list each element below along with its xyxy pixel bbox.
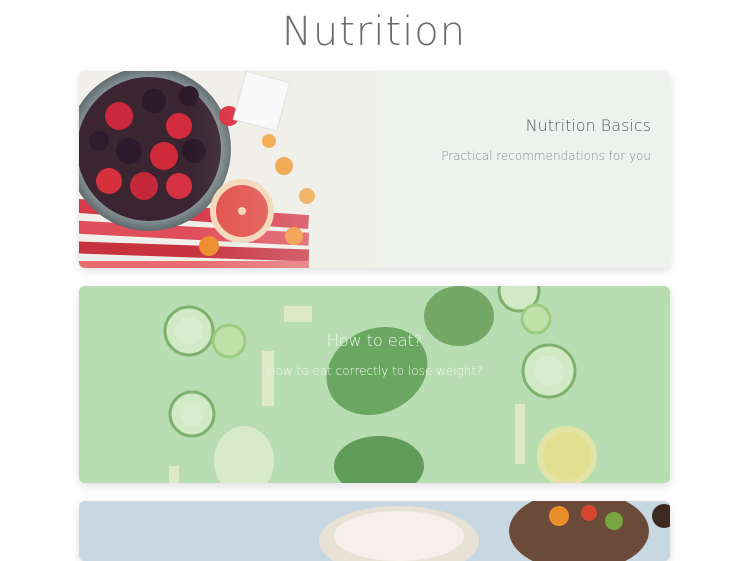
card-food-bowls[interactable] (79, 501, 670, 561)
card-title: How to eat? (326, 331, 423, 350)
food-bowls-image (79, 501, 670, 561)
card-subtitle: Practical recommendations for you (441, 149, 651, 163)
page-title: Nutrition (281, 9, 467, 55)
vegetables-image (79, 286, 670, 483)
card-nutrition-basics[interactable]: Nutrition Basics Practical recommendatio… (79, 71, 670, 268)
card-title: Nutrition Basics (525, 116, 651, 135)
card-subtitle: How to eat correctly to lose weight? (266, 364, 483, 378)
card-how-to-eat[interactable]: How to eat? How to eat correctly to lose… (79, 286, 670, 483)
fruit-bowl-image (79, 71, 670, 268)
